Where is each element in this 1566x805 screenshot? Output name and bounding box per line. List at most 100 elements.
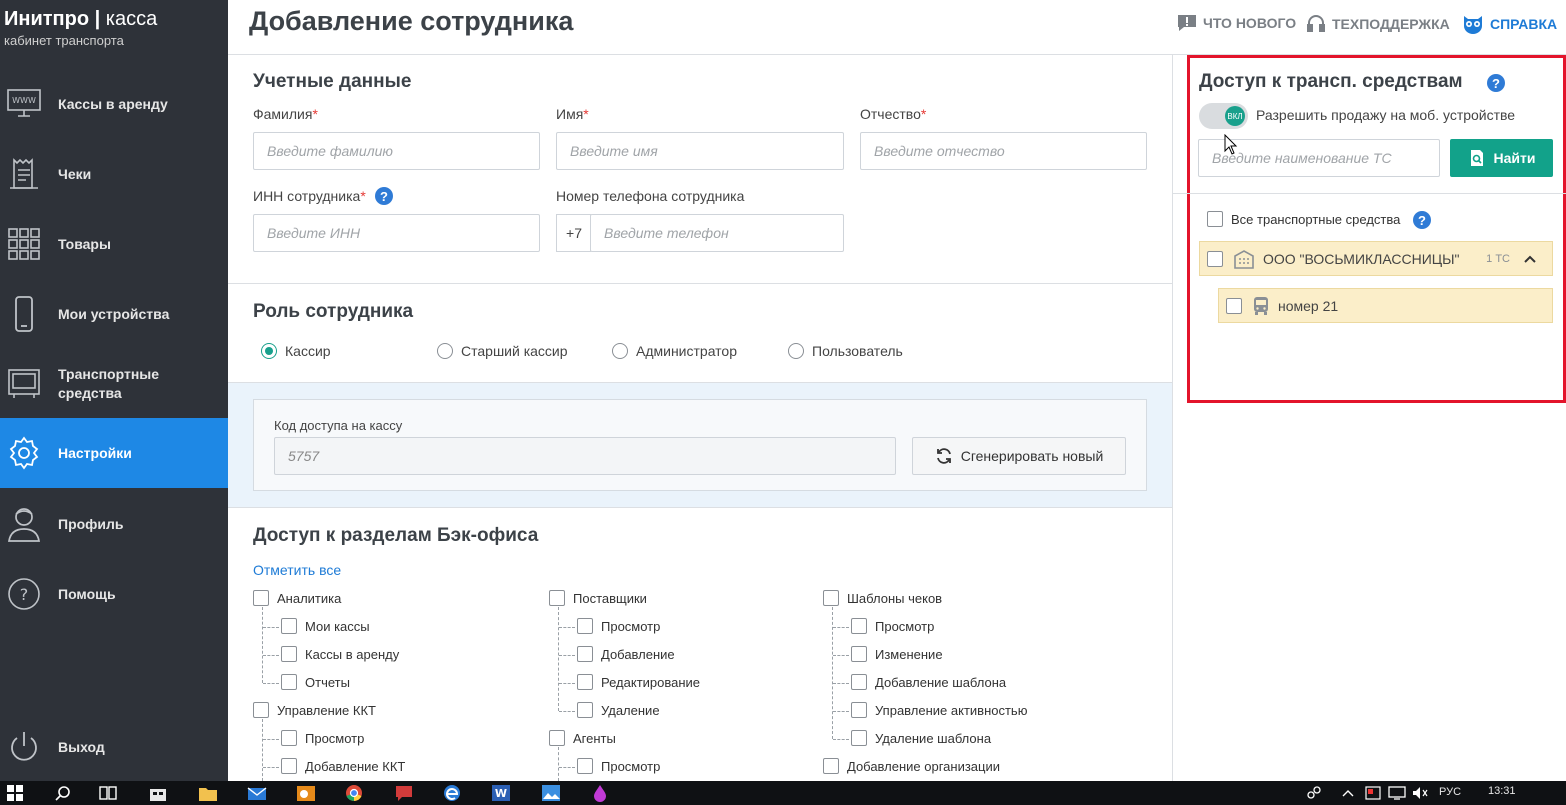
owl-icon [1464,16,1482,34]
radio-unselected [788,343,804,359]
sidebar-item-help[interactable]: ? Помощь [0,559,228,629]
mail-icon[interactable] [246,784,268,802]
sidebar-item-settings[interactable]: Настройки [0,418,228,488]
sidebar-item-goods[interactable]: Товары [0,209,228,279]
sidebar-item-label: Мои устройства [58,305,170,322]
vehicle-checkbox[interactable] [1226,297,1242,314]
photos-icon[interactable] [540,784,562,802]
whats-new-link[interactable]: ЧТО НОВОГО [1177,14,1296,32]
chevron-up-tray-icon[interactable] [1337,784,1359,802]
volume-icon[interactable] [1409,784,1431,802]
last-name-label: Фамилия* [253,106,318,122]
find-button[interactable]: Найти [1450,139,1553,177]
mobile-sale-toggle[interactable]: ВКЛ [1199,103,1248,129]
last-name-input[interactable] [253,132,540,170]
app-drop-icon[interactable] [589,784,611,802]
middle-name-input[interactable] [860,132,1147,170]
edge-icon[interactable] [441,784,463,802]
section-divider [228,507,1172,508]
svg-text:WWW: WWW [12,96,36,105]
panel-divider [1172,54,1173,781]
checkbox-suppliers-delete[interactable]: Удаление [577,702,660,718]
inn-help-icon[interactable]: ? [375,187,393,205]
question-icon: ? [2,572,46,616]
transport-help-icon[interactable]: ? [1487,74,1505,92]
role-radio-cashier[interactable]: Кассир [261,343,331,359]
clock-time[interactable]: 13:31 [1488,785,1516,797]
tree-line [558,747,559,781]
chrome-icon[interactable] [343,784,365,802]
chevron-up-icon[interactable] [1524,255,1536,263]
support-link[interactable]: ТЕХПОДДЕРЖКА [1306,14,1450,34]
display-icon[interactable] [1386,784,1408,802]
sidebar-item-label: Настройки [58,444,132,461]
checkbox-agents[interactable]: Агенты [549,730,616,746]
generate-code-button[interactable]: Сгенерировать новый [912,437,1126,475]
refresh-icon [936,448,951,464]
chat-icon[interactable] [393,784,415,802]
checkbox-agents-view[interactable]: Просмотр [577,758,660,774]
tray-app-icon[interactable] [1362,784,1384,802]
checkbox-reports[interactable]: Отчеты [281,674,350,690]
sidebar-item-devices[interactable]: Мои устройства [0,279,228,349]
task-view-icon[interactable] [97,784,119,802]
radio-unselected [612,343,628,359]
sidebar-item-rent-kassa[interactable]: WWW Кассы в аренду [0,69,228,139]
sidebar-item-label: Помощь [58,585,116,602]
checkbox-analytics[interactable]: Аналитика [253,590,341,606]
network-people-icon[interactable] [1303,784,1325,802]
phone-icon [2,292,46,336]
search-icon[interactable] [52,784,74,802]
first-name-input[interactable] [556,132,844,170]
checkbox-my-kassas[interactable]: Мои кассы [281,618,370,634]
www-monitor-icon: WWW [2,82,46,126]
credentials-title: Учетные данные [253,71,412,92]
sidebar-item-profile[interactable]: Профиль [0,489,228,559]
vehicle-row[interactable]: номер 21 [1218,288,1553,323]
keyboard-language[interactable]: РУС [1439,786,1461,798]
checkbox-suppliers-add[interactable]: Добавление [577,646,675,662]
checkbox-templates-edit[interactable]: Изменение [851,646,943,662]
access-code-input[interactable] [274,437,896,475]
checkbox-suppliers[interactable]: Поставщики [549,590,647,606]
role-radio-senior-cashier[interactable]: Старший кассир [437,343,568,359]
select-all-link[interactable]: Отметить все [253,562,341,578]
logout-button[interactable]: Выход [0,712,228,782]
phone-label: Номер телефона сотрудника [556,188,745,204]
word-icon[interactable]: W [490,784,512,802]
checkbox-add-organization[interactable]: Добавление организации [823,758,1000,774]
organization-row[interactable]: ООО "ВОСЬМИКЛАССНИЦЫ" 1 ТС [1199,241,1553,276]
tree-line [262,719,263,781]
role-radio-administrator[interactable]: Администратор [612,343,737,359]
organization-vehicle-count: 1 ТС [1486,252,1510,265]
file-explorer-icon[interactable] [197,784,219,802]
sidebar-item-receipts[interactable]: Чеки [0,139,228,209]
brand-logo[interactable]: Инитпро | касса кабинет транспорта [4,8,157,48]
checkbox-templates-add[interactable]: Добавление шаблона [851,674,1006,690]
search-document-icon [1470,150,1483,166]
checkbox-all-vehicles[interactable]: Все транспортные средства [1207,211,1400,227]
sidebar: Инитпро | касса кабинет транспорта WWW К… [0,0,228,781]
building-icon [1234,249,1254,269]
help-link[interactable]: СПРАВКА [1462,14,1557,34]
store-icon[interactable] [147,784,169,802]
checkbox-suppliers-view[interactable]: Просмотр [577,618,660,634]
checkbox-kkt-management[interactable]: Управление ККТ [253,702,376,718]
all-vehicles-help-icon[interactable]: ? [1413,211,1431,229]
checkbox-kkt-view[interactable]: Просмотр [281,730,364,746]
organization-checkbox[interactable] [1207,250,1223,267]
checkbox-templates-delete[interactable]: Удаление шаблона [851,730,991,746]
phone-input[interactable] [590,214,844,252]
checkbox-rent-kassas[interactable]: Кассы в аренду [281,646,399,662]
tree-line [558,607,559,711]
sidebar-item-vehicles[interactable]: Транспортные средства [0,349,228,419]
inn-input[interactable] [253,214,540,252]
role-radio-user[interactable]: Пользователь [788,343,903,359]
checkbox-templates-view[interactable]: Просмотр [851,618,934,634]
checkbox-suppliers-edit[interactable]: Редактирование [577,674,700,690]
checkbox-receipt-templates[interactable]: Шаблоны чеков [823,590,942,606]
checkbox-templates-activity[interactable]: Управление активностью [851,702,1027,718]
start-icon[interactable] [4,784,26,802]
checkbox-kkt-add[interactable]: Добавление ККТ [281,758,405,774]
outlook-icon[interactable] [295,784,317,802]
